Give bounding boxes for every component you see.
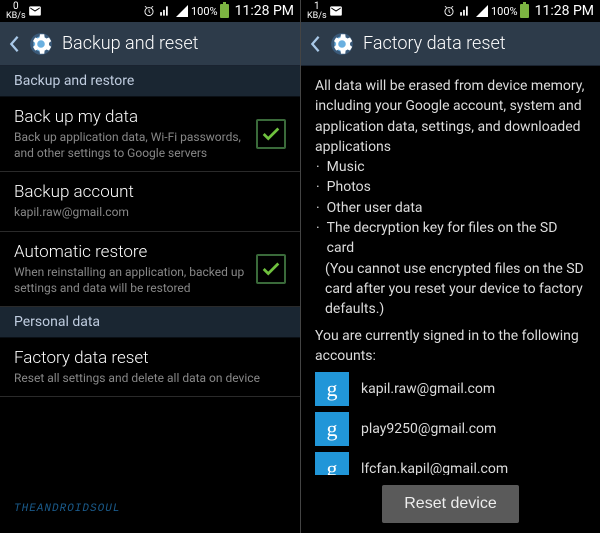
checkbox-auto-restore[interactable] [256,254,286,284]
alarm-icon [442,4,456,18]
account-row[interactable]: g lfcfan.kapil@gmail.com [315,452,586,475]
footer: Reset device [301,475,600,533]
account-row[interactable]: g play9250@gmail.com [315,412,586,446]
status-bar: 0 KB/s 100% 11:28 PM [0,0,300,22]
account-email: play9250@gmail.com [361,419,496,439]
signed-in-text: You are currently signed in to the follo… [315,326,586,367]
item-title: Factory data reset [14,348,286,368]
battery-indicator: 100% [491,4,529,18]
item-title: Back up my data [14,107,246,127]
page-header: Factory data reset [301,22,600,66]
watermark: THEANDROIDSOUL [14,503,120,515]
cell-signal-icon [176,5,188,17]
item-subtitle: When reinstalling an application, backed… [14,264,246,296]
factory-reset-item[interactable]: Factory data reset Reset all settings an… [0,338,300,397]
status-bar: 1 KB/s 100% 11:28 PM [301,0,600,22]
bullet-item: Other user data [315,198,586,218]
item-title: Automatic restore [14,242,246,262]
clock: 11:28 PM [535,3,594,19]
gmail-icon [329,4,343,18]
alarm-icon [142,4,156,18]
google-icon: g [315,412,349,446]
item-subtitle: Back up application data, Wi-Fi password… [14,129,246,161]
section-header-personal: Personal data [0,307,300,338]
account-email: lfcfan.kapil@gmail.com [361,459,508,475]
account-email: kapil.raw@gmail.com [361,379,495,399]
bullet-item: Photos [315,177,586,197]
item-subtitle: Reset all settings and delete all data o… [14,370,286,386]
item-title: Backup account [14,182,286,202]
bullet-note: (You cannot use encrypted files on the S… [315,259,586,320]
cell-signal-icon [476,5,488,17]
section-header-backup: Backup and restore [0,66,300,97]
clock: 11:28 PM [235,3,294,19]
battery-icon [220,4,229,18]
google-icon: g [315,452,349,475]
back-icon[interactable] [8,35,20,53]
battery-indicator: 100% [191,4,229,18]
checkbox-backup-data[interactable] [256,119,286,149]
intro-text: All data will be erased from device memo… [315,76,586,157]
data-speed-indicator: 0 KB/s [6,2,26,21]
gmail-icon [28,4,42,18]
backup-my-data-item[interactable]: Back up my data Back up application data… [0,97,300,172]
battery-icon [520,4,529,18]
settings-gear-icon [28,31,54,57]
wifi-signal-icon [459,4,473,18]
page-title: Backup and reset [62,33,198,54]
page-header: Backup and reset [0,22,300,66]
page-title: Factory data reset [363,33,506,54]
bullet-item: Music [315,157,586,177]
wifi-signal-icon [159,4,173,18]
phone-left: 0 KB/s 100% 11:28 PM Backup and reset Ba… [0,0,300,533]
item-subtitle: kapil.raw@gmail.com [14,204,286,220]
reset-description: All data will be erased from device memo… [301,66,600,475]
bullet-item: The decryption key for files on the SD c… [315,218,586,259]
accounts-list: g kapil.raw@gmail.com g play9250@gmail.c… [315,372,586,475]
reset-device-button[interactable]: Reset device [382,485,519,523]
back-icon[interactable] [309,35,321,53]
settings-gear-icon [329,31,355,57]
phone-right: 1 KB/s 100% 11:28 PM Factory data reset … [300,0,600,533]
automatic-restore-item[interactable]: Automatic restore When reinstalling an a… [0,232,300,307]
backup-account-item[interactable]: Backup account kapil.raw@gmail.com [0,172,300,231]
data-speed-indicator: 1 KB/s [307,2,327,21]
account-row[interactable]: g kapil.raw@gmail.com [315,372,586,406]
google-icon: g [315,372,349,406]
